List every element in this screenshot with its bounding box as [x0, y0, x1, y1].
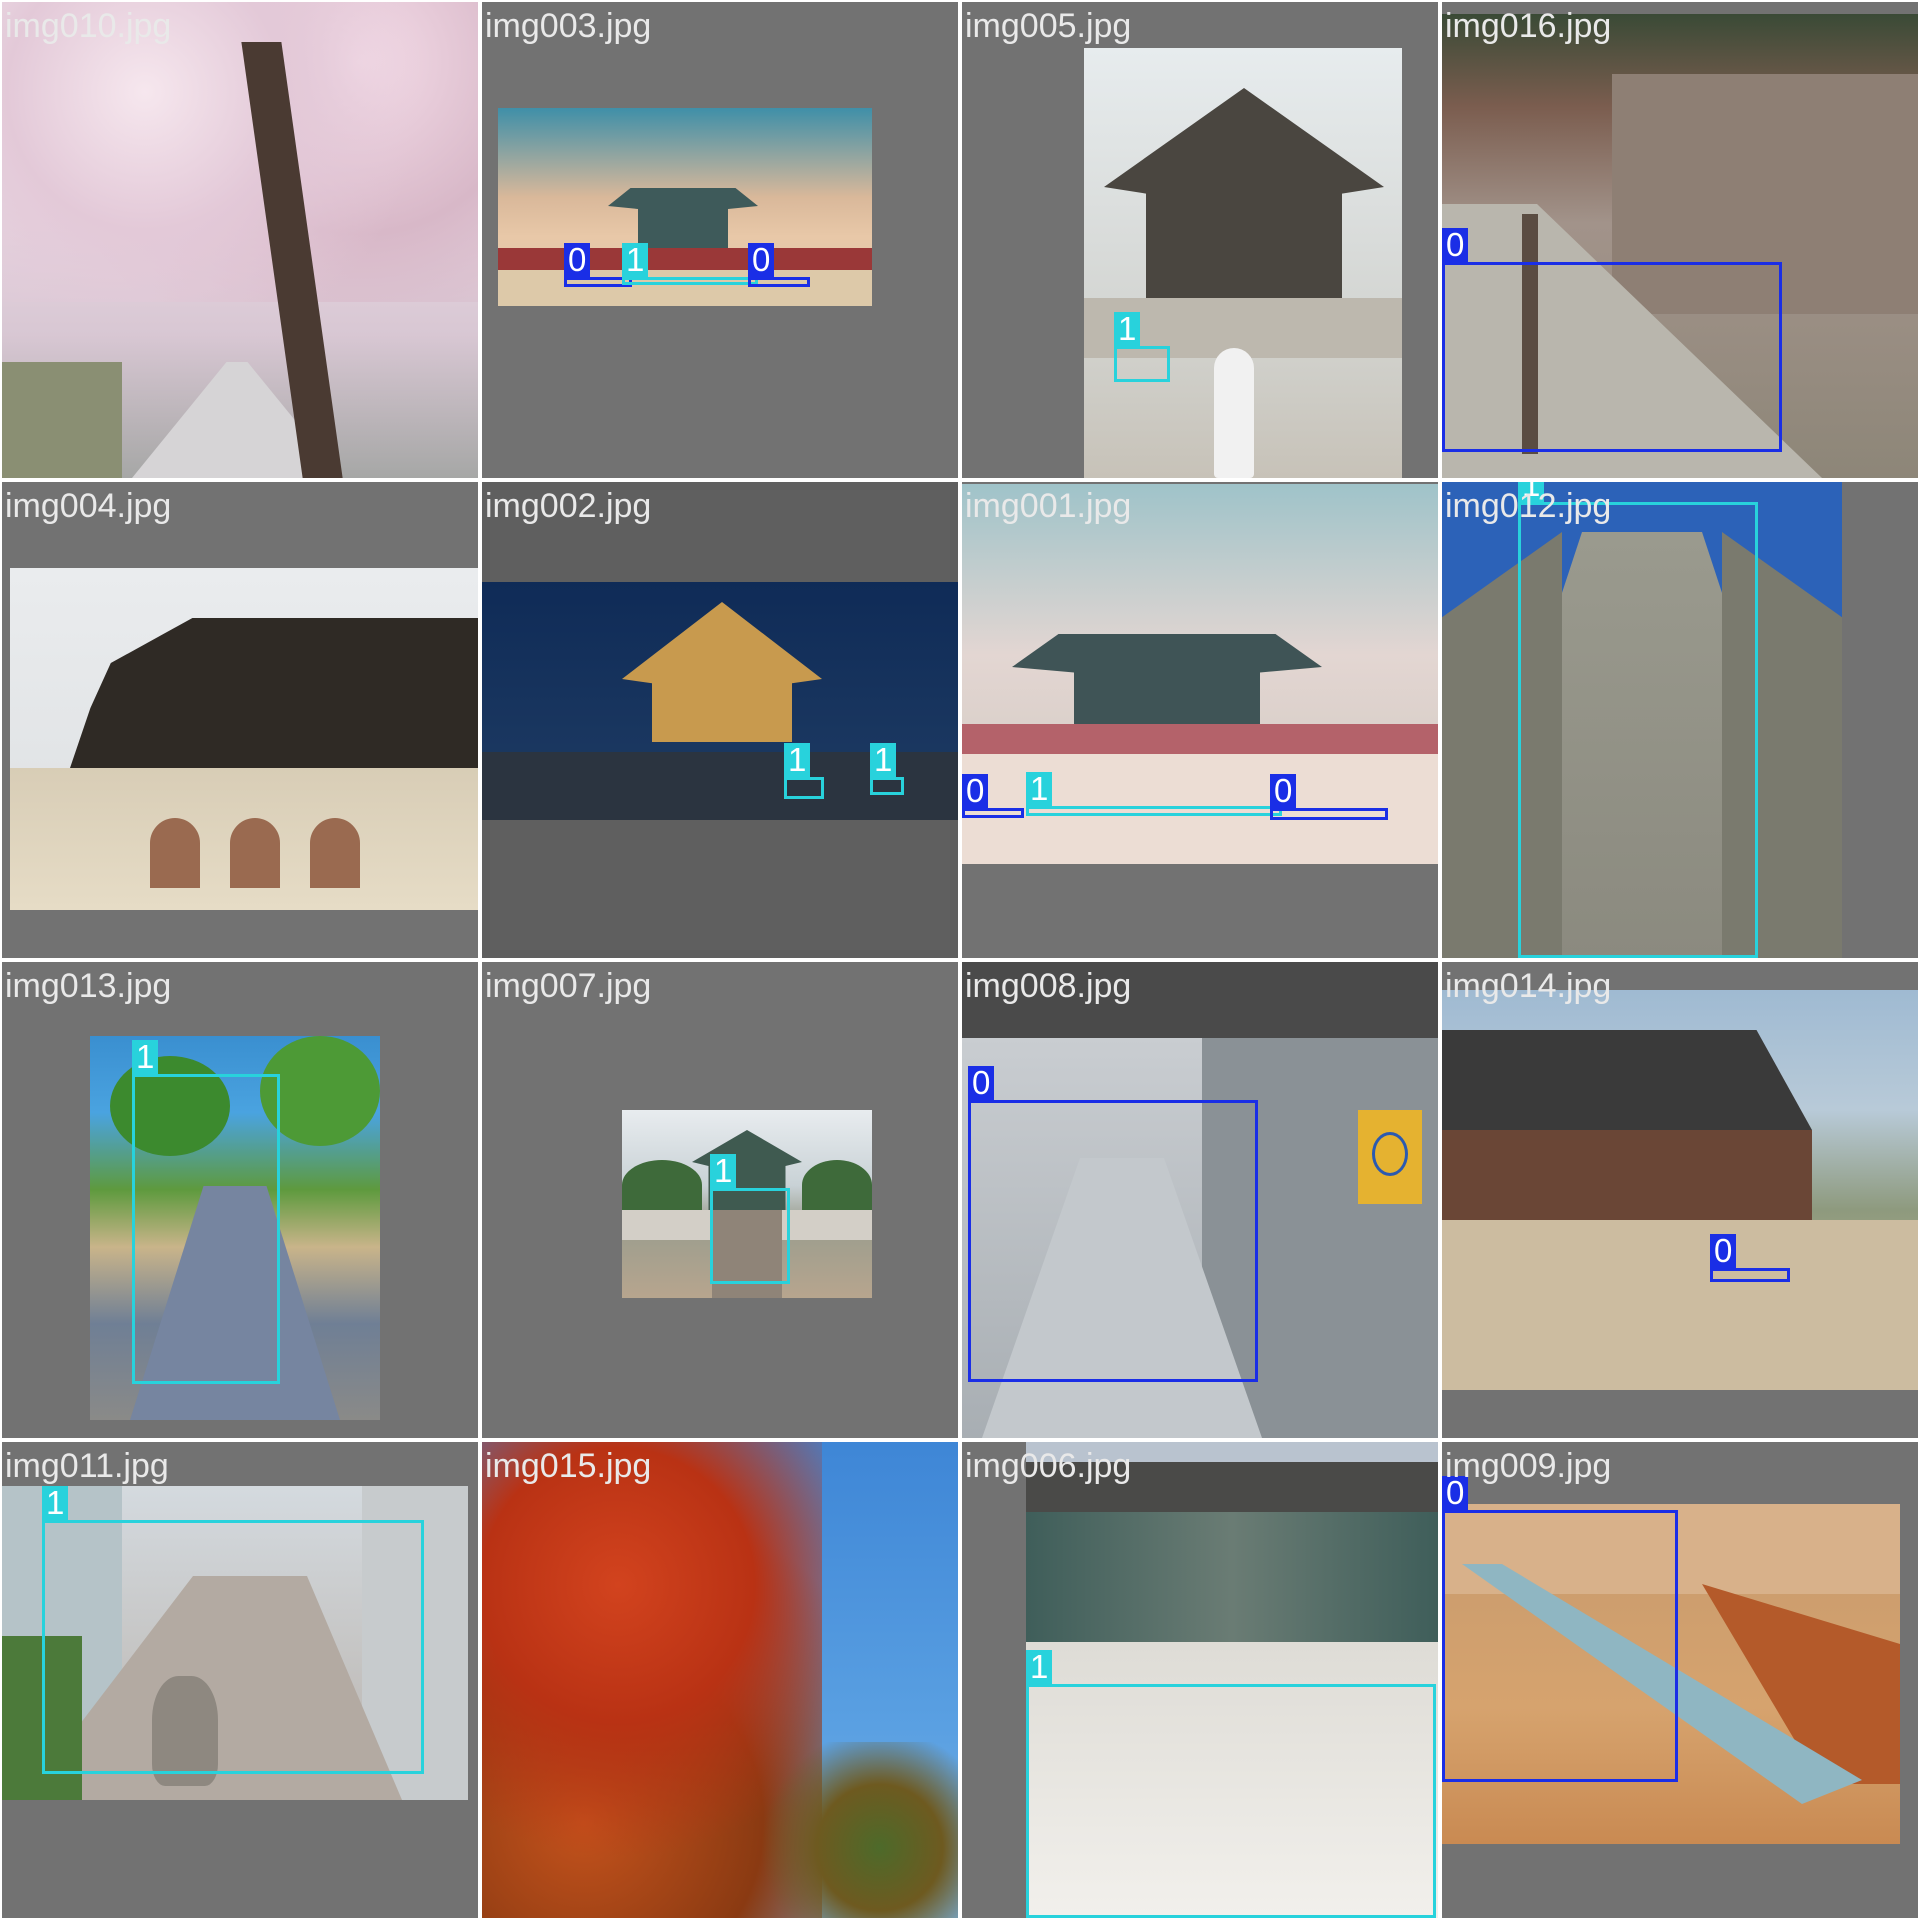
tile-filename: img008.jpg: [965, 967, 1132, 1005]
tile-filename: img012.jpg: [1445, 487, 1612, 525]
tile-photo: [1442, 990, 1918, 1390]
tile-img011[interactable]: 1 img011.jpg: [2, 1442, 478, 1918]
tile-filename: img001.jpg: [965, 487, 1132, 525]
tile-filename: img003.jpg: [485, 7, 652, 45]
tile-filename: img005.jpg: [965, 7, 1132, 45]
tile-filename: img002.jpg: [485, 487, 652, 525]
tile-photo: [482, 1442, 958, 1918]
tile-img015[interactable]: img015.jpg: [482, 1442, 958, 1918]
tile-img009[interactable]: 0 img009.jpg: [1442, 1442, 1918, 1918]
tile-img004[interactable]: img004.jpg: [2, 482, 478, 958]
tile-img002[interactable]: 1 1 img002.jpg: [482, 482, 958, 958]
tile-img003[interactable]: 0 1 0 img003.jpg: [482, 2, 958, 478]
tile-img001[interactable]: 0 1 0 img001.jpg: [962, 482, 1438, 958]
bbox-class-1: 1: [1026, 772, 1282, 816]
tile-img006[interactable]: 1 img006.jpg: [962, 1442, 1438, 1918]
bbox-class-1: 1: [784, 743, 824, 799]
bbox-class-1: 1: [132, 1040, 280, 1384]
tile-img012[interactable]: 1 img012.jpg: [1442, 482, 1918, 958]
bbox-class-1: 1: [622, 243, 758, 285]
tile-img007[interactable]: 1 img007.jpg: [482, 962, 958, 1438]
tile-filename: img006.jpg: [965, 1447, 1132, 1485]
mosaic-grid: img010.jpg 0 1 0 img003.jpg 1 img005.jpg: [0, 0, 1920, 1920]
bbox-class-1: 1: [1518, 482, 1758, 958]
tile-img013[interactable]: 1 img013.jpg: [2, 962, 478, 1438]
tile-img014[interactable]: 0 img014.jpg: [1442, 962, 1918, 1438]
tile-filename: img014.jpg: [1445, 967, 1612, 1005]
bbox-class-0: 0: [962, 774, 1024, 818]
bbox-class-0: 0: [1710, 1234, 1790, 1282]
bbox-class-1: 1: [1026, 1650, 1436, 1918]
tile-filename: img016.jpg: [1445, 7, 1612, 45]
tile-filename: img013.jpg: [5, 967, 172, 1005]
tile-filename: img009.jpg: [1445, 1447, 1612, 1485]
tile-photo: [1084, 48, 1402, 478]
bbox-class-0: 0: [1442, 228, 1782, 452]
tile-filename: img011.jpg: [5, 1447, 169, 1485]
bbox-class-1: 1: [42, 1486, 424, 1774]
bbox-class-0: 0: [1270, 774, 1388, 820]
tile-img010[interactable]: img010.jpg: [2, 2, 478, 478]
tile-img005[interactable]: 1 img005.jpg: [962, 2, 1438, 478]
bbox-class-0: 0: [968, 1066, 1258, 1382]
bbox-class-0: 0: [748, 243, 810, 287]
bbox-class-1: 1: [710, 1154, 790, 1284]
tile-img016[interactable]: 0 img016.jpg: [1442, 2, 1918, 478]
bbox-class-1: 1: [870, 743, 904, 795]
bbox-class-0: 0: [1442, 1476, 1678, 1782]
tile-filename: img004.jpg: [5, 487, 172, 525]
tile-img008[interactable]: 0 img008.jpg: [962, 962, 1438, 1438]
tile-filename: img015.jpg: [485, 1447, 652, 1485]
tile-filename: img007.jpg: [485, 967, 652, 1005]
tile-photo: [2, 2, 478, 478]
bbox-class-1: 1: [1114, 312, 1170, 382]
tile-photo: [10, 568, 478, 910]
tile-filename: img010.jpg: [5, 7, 172, 45]
